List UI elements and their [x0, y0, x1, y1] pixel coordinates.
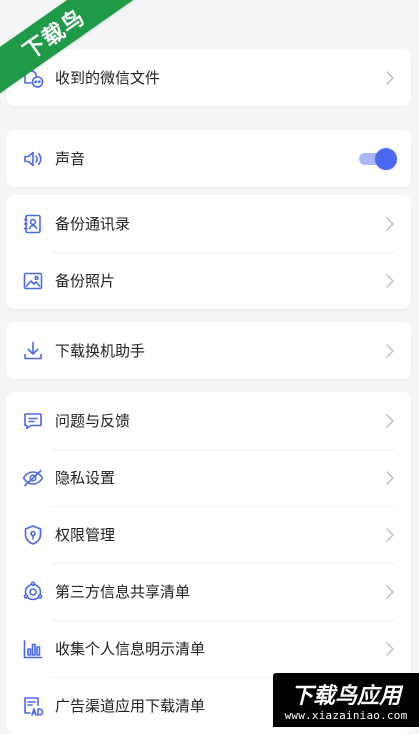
setting-backup-contacts[interactable]: 备份通讯录	[6, 195, 411, 252]
privacy-eye-icon	[21, 466, 45, 490]
setting-label: 权限管理	[55, 527, 116, 544]
setting-label: 收到的微信文件	[55, 70, 161, 87]
setting-label: 第三方信息共享清单	[55, 584, 191, 601]
settings-page: 下载鸟 收到的微信文件 声音 备份通讯录 备份照片 下载换机助手 问题与反馈 隐…	[0, 0, 419, 734]
chevron-right-icon	[385, 413, 395, 429]
chevron-right-icon	[385, 584, 395, 600]
chevron-right-icon	[385, 641, 395, 657]
feedback-icon	[21, 409, 45, 433]
watermark-url: www.xiazainiao.com	[284, 709, 408, 722]
sound-toggle[interactable]	[359, 147, 397, 170]
settings-group-backup: 备份通讯录 备份照片	[6, 195, 411, 309]
setting-personal-info-list[interactable]: 收集个人信息明示清单	[6, 620, 411, 677]
chevron-right-icon	[385, 343, 395, 359]
settings-group-files: 收到的微信文件	[6, 49, 411, 106]
chevron-right-icon	[385, 70, 395, 86]
share-icon	[21, 580, 45, 604]
setting-label: 隐私设置	[55, 470, 116, 487]
chevron-right-icon	[385, 216, 395, 232]
contacts-icon	[21, 212, 45, 236]
setting-received-wechat-files[interactable]: 收到的微信文件	[6, 49, 411, 106]
settings-group-sound: 声音	[6, 130, 411, 187]
setting-label: 备份照片	[55, 273, 116, 290]
toggle-thumb	[375, 147, 397, 170]
settings-group-download: 下载换机助手	[6, 322, 411, 379]
chevron-right-icon	[385, 470, 395, 486]
setting-sound: 声音	[6, 130, 411, 187]
chevron-right-icon	[385, 527, 395, 543]
setting-download-helper[interactable]: 下载换机助手	[6, 322, 411, 379]
speaker-icon	[21, 147, 45, 171]
watermark-badge: 下载鸟应用 www.xiazainiao.com	[273, 673, 419, 727]
setting-third-party-sharing[interactable]: 第三方信息共享清单	[6, 563, 411, 620]
shield-icon	[21, 523, 45, 547]
setting-permissions[interactable]: 权限管理	[6, 506, 411, 563]
download-icon	[21, 339, 45, 363]
setting-privacy[interactable]: 隐私设置	[6, 449, 411, 506]
chevron-right-icon	[385, 273, 395, 289]
ad-icon	[21, 694, 45, 718]
setting-backup-photos[interactable]: 备份照片	[6, 252, 411, 309]
setting-feedback[interactable]: 问题与反馈	[6, 392, 411, 449]
setting-label: 声音	[55, 151, 86, 168]
setting-label: 备份通讯录	[55, 216, 131, 233]
photo-icon	[21, 269, 45, 293]
watermark-title: 下载鸟应用	[290, 684, 401, 709]
setting-label: 下载换机助手	[55, 343, 146, 360]
setting-label: 问题与反馈	[55, 413, 131, 430]
setting-label: 收集个人信息明示清单	[55, 641, 206, 658]
bar-chart-icon	[21, 637, 45, 661]
